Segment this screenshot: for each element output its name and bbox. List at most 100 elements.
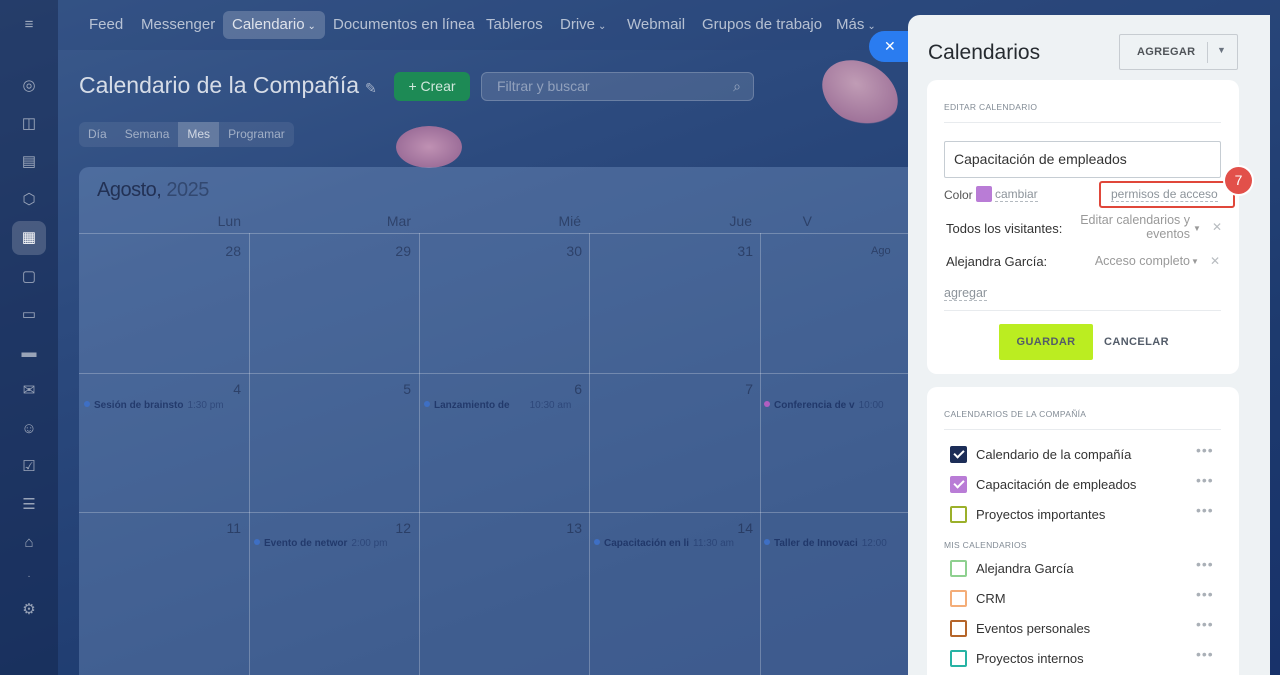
day-number[interactable]: 28 xyxy=(201,243,241,259)
calendar-checkbox[interactable] xyxy=(950,620,967,637)
calendar-checkbox[interactable] xyxy=(950,506,967,523)
nav-messenger[interactable]: Messenger xyxy=(132,11,224,39)
feed-icon[interactable]: ◎ xyxy=(20,77,38,95)
search-icon[interactable]: ⌕ xyxy=(733,73,741,100)
nav-grupos[interactable]: Grupos de trabajo xyxy=(693,11,831,39)
search-input[interactable]: Filtrar y buscar ⌕ xyxy=(481,72,754,101)
more-icon[interactable]: ••• xyxy=(1196,586,1214,602)
calendar-list-item[interactable]: Proyectos internos ••• xyxy=(950,646,1220,668)
dot-icon: · xyxy=(27,571,31,582)
day-number[interactable]: 29 xyxy=(371,243,411,259)
calendar-event[interactable]: Taller de Innovaci 12:00 xyxy=(764,538,887,549)
calendar-event[interactable]: Conferencia de v 10:00 xyxy=(764,400,884,411)
color-swatch[interactable] xyxy=(976,186,992,202)
calendar-checkbox[interactable] xyxy=(950,590,967,607)
day-number[interactable]: 11 xyxy=(201,520,241,536)
page-title-text: Calendario de la Compañía xyxy=(79,72,360,98)
month-calendar: Agosto, 2025 Lun Mar Mié Jue V 28 29 30 … xyxy=(79,167,939,675)
grid-line xyxy=(589,233,590,675)
calendar-event[interactable]: Sesión de brainsto 1:30 pm xyxy=(84,400,224,411)
more-icon[interactable]: ••• xyxy=(1196,442,1214,458)
calendar-name: Alejandra García xyxy=(976,561,1074,576)
calendar-event[interactable]: Capacitación en li 11:30 am xyxy=(594,538,734,549)
view-schedule[interactable]: Programar xyxy=(219,122,294,147)
access-level-select[interactable]: Editar calendarios y eventos xyxy=(1067,213,1190,241)
access-level-select[interactable]: Acceso completo xyxy=(1067,254,1190,268)
mail-icon[interactable]: ✉ xyxy=(20,382,38,400)
day-number[interactable]: 30 xyxy=(542,243,582,259)
day-number[interactable]: 5 xyxy=(371,381,411,397)
chevron-down-icon[interactable]: ▼ xyxy=(1193,224,1201,233)
weekday-header: Mar xyxy=(386,213,411,229)
menu-icon[interactable]: ≡ xyxy=(20,16,38,34)
remove-icon[interactable]: ✕ xyxy=(1212,220,1222,234)
filter-icon[interactable]: ☰ xyxy=(20,496,38,514)
event-time: 1:30 pm xyxy=(187,400,224,411)
file-icon[interactable]: ▢ xyxy=(20,268,38,286)
document-icon[interactable]: ▤ xyxy=(20,153,38,171)
more-icon[interactable]: ••• xyxy=(1196,646,1214,662)
day-number[interactable]: 12 xyxy=(371,520,411,536)
calendar-list-item[interactable]: Proyectos importantes ••• xyxy=(950,502,1220,524)
create-button[interactable]: + Crear xyxy=(394,72,470,101)
nav-webmail[interactable]: Webmail xyxy=(618,11,694,39)
more-icon[interactable]: ••• xyxy=(1196,616,1214,632)
calendar-list-item[interactable]: Alejandra García ••• xyxy=(950,556,1220,578)
view-month[interactable]: Mes xyxy=(178,122,220,147)
nav-feed[interactable]: Feed xyxy=(80,11,132,39)
remove-icon[interactable]: ✕ xyxy=(1210,254,1220,268)
more-icon[interactable]: ••• xyxy=(1196,556,1214,572)
day-number[interactable]: 31 xyxy=(713,243,753,259)
add-access-link[interactable]: agregar xyxy=(944,286,988,301)
board-icon[interactable]: ▭ xyxy=(20,306,38,324)
more-icon[interactable]: ••• xyxy=(1196,472,1214,488)
calendar-event[interactable]: Lanzamiento de 10:30 am xyxy=(424,400,571,411)
calendar-checkbox[interactable] xyxy=(950,650,967,667)
day-number[interactable]: 13 xyxy=(542,520,582,536)
calendar-list-item[interactable]: CRM ••• xyxy=(950,586,1220,608)
day-number[interactable]: Ago xyxy=(871,245,911,257)
weekday-header: Mié xyxy=(558,213,581,229)
add-calendar-button[interactable]: AGREGAR ▼ xyxy=(1119,34,1238,70)
nav-documentos[interactable]: Documentos en línea xyxy=(324,11,484,39)
calendar-name-input[interactable]: Capacitación de empleados xyxy=(944,141,1221,178)
day-number[interactable]: 4 xyxy=(201,381,241,397)
calendar-list-item[interactable]: Capacitación de empleados ••• xyxy=(950,472,1220,494)
nav-calendario[interactable]: Calendario ⌄ xyxy=(223,11,325,39)
calendar-checkbox[interactable] xyxy=(950,446,967,463)
close-icon: ✕ xyxy=(884,38,896,54)
event-title: Conferencia de v xyxy=(774,400,855,411)
view-day[interactable]: Día xyxy=(79,122,116,147)
contacts-icon[interactable]: ☺ xyxy=(20,420,38,438)
day-number[interactable]: 7 xyxy=(713,381,753,397)
grid-line xyxy=(79,233,939,234)
chevron-down-icon[interactable]: ▼ xyxy=(1217,45,1226,55)
section-divider xyxy=(944,310,1221,311)
calendar-list-item[interactable]: Eventos personales ••• xyxy=(950,616,1220,638)
day-number[interactable]: 14 xyxy=(713,520,753,536)
change-color-link[interactable]: cambiar xyxy=(995,187,1038,202)
calendar-icon[interactable]: ▦ xyxy=(20,229,38,247)
pin-icon[interactable]: ✎ xyxy=(365,80,377,96)
event-time: 12:00 xyxy=(861,538,887,549)
tasks-icon[interactable]: ☑ xyxy=(20,458,38,476)
calendar-list-item[interactable]: Calendario de la compañía ••• xyxy=(950,442,1220,464)
chat-icon[interactable]: ◫ xyxy=(20,115,38,133)
groups-icon[interactable]: ⬡ xyxy=(20,191,38,209)
cancel-button[interactable]: CANCELAR xyxy=(1104,336,1169,348)
view-week[interactable]: Semana xyxy=(116,122,179,147)
save-button[interactable]: GUARDAR xyxy=(999,324,1093,360)
nav-tableros[interactable]: Tableros xyxy=(477,11,552,39)
nav-drive[interactable]: Drive ⌄ xyxy=(551,11,615,39)
day-number[interactable]: 6 xyxy=(542,381,582,397)
calendar-checkbox[interactable] xyxy=(950,560,967,577)
calendar-event[interactable]: Evento de networ 2:00 pm xyxy=(254,538,388,549)
drive-icon[interactable]: ▬ xyxy=(20,344,38,362)
more-icon[interactable]: ••• xyxy=(1196,502,1214,518)
chevron-down-icon[interactable]: ▼ xyxy=(1191,257,1199,266)
calendar-checkbox[interactable] xyxy=(950,476,967,493)
settings-icon[interactable]: ⚙ xyxy=(20,601,38,619)
bot-icon[interactable]: ⌂ xyxy=(20,534,38,552)
event-title: Capacitación en li xyxy=(604,538,690,549)
close-panel-button[interactable]: ✕ xyxy=(869,31,909,62)
